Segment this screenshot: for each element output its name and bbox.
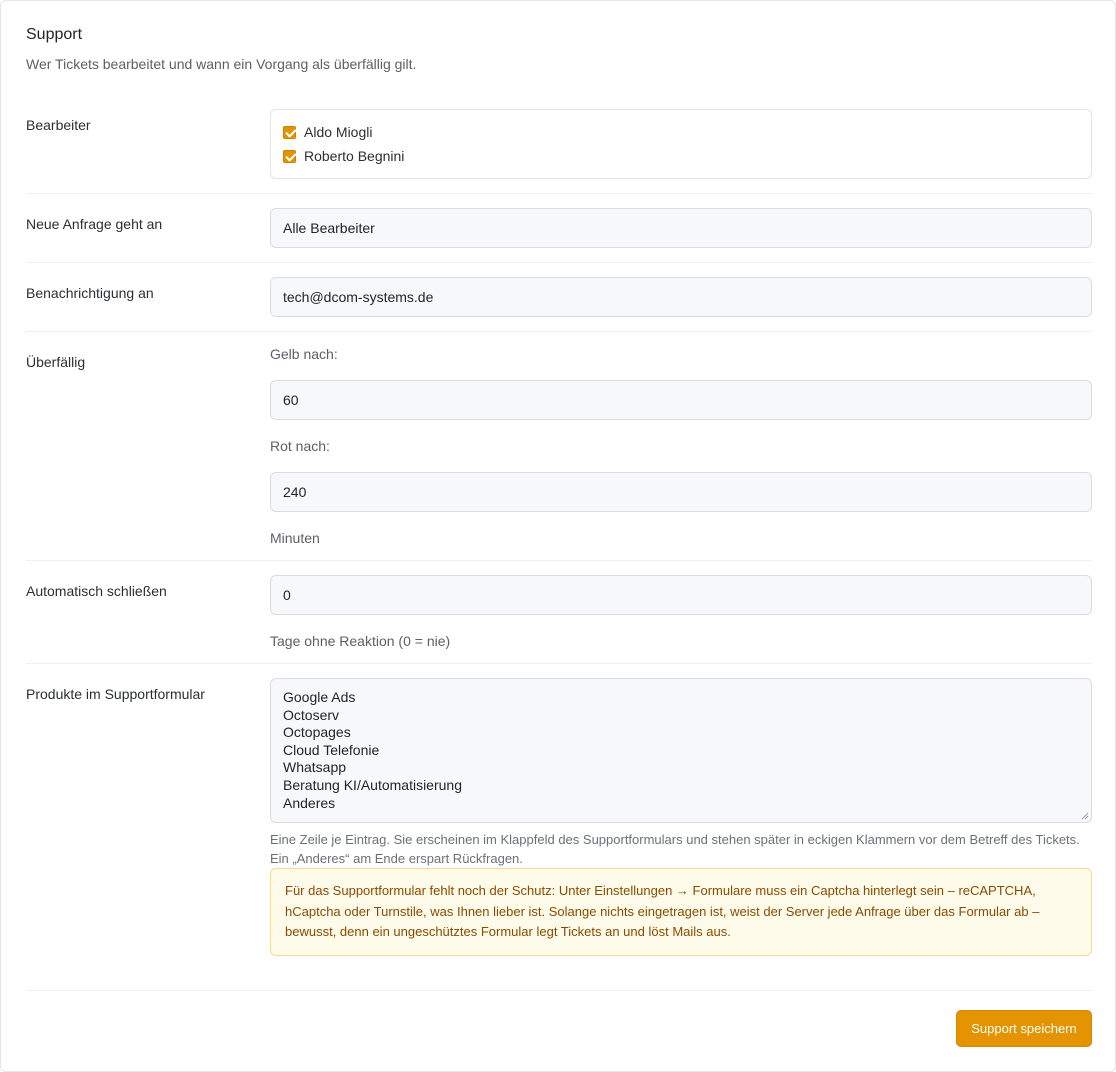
bearbeiter-option[interactable]: Roberto Begnini xyxy=(283,147,404,165)
save-support-button[interactable]: Support speichern xyxy=(956,1010,1092,1047)
bearbeiter-checkbox-list: Aldo Miogli Roberto Begnini xyxy=(270,109,1092,179)
bearbeiter-option[interactable]: Aldo Miogli xyxy=(283,123,372,141)
produkte-line: Whatsapp xyxy=(283,759,347,776)
bearbeiter-option-label: Aldo Miogli xyxy=(304,124,373,140)
auto-close-hint: Tage ohne Reaktion (0 = nie) xyxy=(270,633,451,649)
gelb-nach-label: Gelb nach: xyxy=(270,346,338,362)
ueberfaellig-label: Überfällig xyxy=(26,354,86,370)
produkte-help-text: Eine Zeile je Eintrag. Sie erscheinen im… xyxy=(270,830,1092,868)
produkte-line: Beratung KI/Automatisierung xyxy=(283,776,462,793)
checkbox-checked-icon[interactable] xyxy=(283,125,296,139)
produkte-help-line: Ein „Anderes“ am Ende erspart Rückfragen… xyxy=(270,851,523,866)
auto-close-label: Automatisch schließen xyxy=(26,583,167,599)
neue-anfrage-select[interactable]: Alle Bearbeiter xyxy=(270,208,1092,248)
benachrichtigung-value: tech@dcom-systems.de xyxy=(283,289,434,305)
neue-anfrage-value: Alle Bearbeiter xyxy=(283,220,375,236)
gelb-nach-input[interactable]: 60 xyxy=(270,380,1092,420)
produkte-line: Octoserv xyxy=(283,706,340,723)
warning-line: hCaptcha oder Turnstile, was Ihnen liebe… xyxy=(285,903,1040,919)
rot-nach-value: 240 xyxy=(283,484,307,500)
bearbeiter-label: Bearbeiter xyxy=(26,117,91,133)
checkbox-checked-icon[interactable] xyxy=(283,149,296,163)
captcha-warning-alert: Für das Supportformular fehlt noch der S… xyxy=(270,868,1092,956)
produkte-help-line: Eine Zeile je Eintrag. Sie erscheinen im… xyxy=(270,832,1080,847)
produkte-line: Cloud Telefonie xyxy=(283,741,380,758)
rot-nach-label: Rot nach: xyxy=(270,438,330,454)
auto-close-input[interactable]: 0 xyxy=(270,575,1092,615)
bearbeiter-option-label: Roberto Begnini xyxy=(304,148,405,164)
produkte-line: Google Ads xyxy=(283,689,356,705)
warning-line: Für das Supportformular fehlt noch der S… xyxy=(285,883,1036,898)
benachrichtigung-email-field[interactable]: tech@dcom-systems.de xyxy=(270,277,1092,317)
rot-nach-input[interactable]: 240 xyxy=(270,472,1092,512)
warning-line: bewusst, denn ein ungeschütztes Formular… xyxy=(285,924,731,939)
ueberfaellig-row: Überfällig xyxy=(26,332,1092,561)
section-title: Support xyxy=(26,26,83,43)
benachrichtigung-label: Benachrichtigung an xyxy=(26,285,154,301)
produkte-line: Anderes xyxy=(283,794,336,811)
auto-close-value: 0 xyxy=(283,587,291,603)
support-settings-card: Support Wer Tickets bearbeitet und wann … xyxy=(0,0,1116,1072)
neue-anfrage-label: Neue Anfrage geht an xyxy=(26,216,163,232)
resize-handle-icon[interactable] xyxy=(1081,812,1089,820)
gelb-nach-value: 60 xyxy=(283,392,299,408)
section-subtitle: Wer Tickets bearbeitet und wann ein Vorg… xyxy=(26,56,417,72)
produkte-line: Octopages xyxy=(283,724,351,741)
minuten-hint: Minuten xyxy=(270,530,320,546)
produkte-label: Produkte im Supportformular xyxy=(26,686,205,702)
footer-divider xyxy=(26,990,1092,991)
produkte-textarea[interactable]: Google Ads Octoserv Octopages Cloud Tele… xyxy=(270,678,1092,823)
